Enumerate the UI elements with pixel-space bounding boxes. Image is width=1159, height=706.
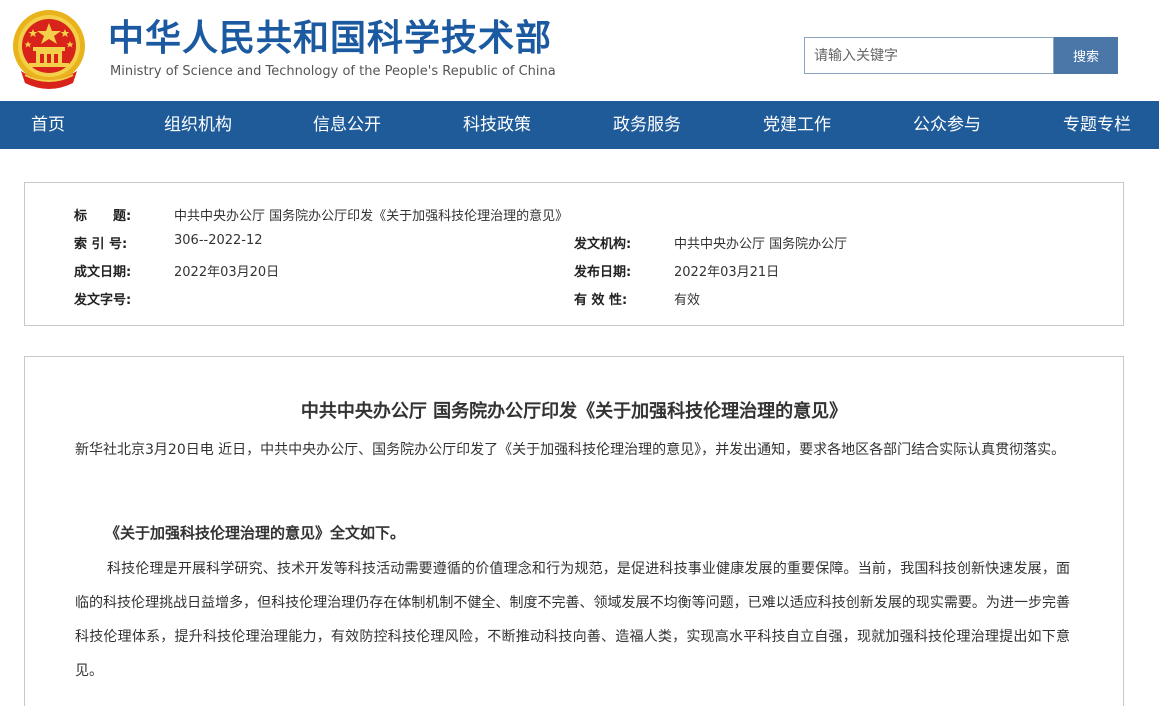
- index-value: 306--2022-12: [174, 233, 263, 248]
- issuer-label: 发文机构:: [574, 237, 632, 252]
- doc-number-label: 发文字号:: [74, 293, 132, 308]
- nav-item-organization[interactable]: 组织机构: [164, 101, 232, 149]
- nav-item-info-disclosure[interactable]: 信息公开: [313, 101, 381, 149]
- article-subhead: 《关于加强科技伦理治理的意见》全文如下。: [105, 524, 406, 542]
- site-subtitle: Ministry of Science and Technology of th…: [110, 64, 556, 79]
- article-body: 科技伦理是开展科学研究、技术开发等科技活动需要遵循的价值理念和行为规范，是促进科…: [75, 561, 1070, 679]
- validity-label: 有 效 性:: [574, 293, 628, 308]
- nav-item-participation[interactable]: 公众参与: [913, 101, 981, 149]
- document-info-box: 标 题: 中共中央办公厅 国务院办公厅印发《关于加强科技伦理治理的意见》 索 引…: [24, 182, 1124, 326]
- nav-item-party[interactable]: 党建工作: [763, 101, 831, 149]
- index-label: 索 引 号:: [74, 237, 128, 252]
- nav-item-home[interactable]: 首页: [31, 101, 65, 149]
- created-date-value: 2022年03月20日: [174, 265, 280, 280]
- national-emblem-icon[interactable]: [11, 9, 87, 91]
- validity-value: 有效: [674, 293, 701, 308]
- main-nav: 首页 组织机构 信息公开 科技政策 政务服务 党建工作 公众参与 专题专栏: [0, 101, 1159, 149]
- nav-item-services[interactable]: 政务服务: [613, 101, 681, 149]
- search-input[interactable]: [804, 37, 1054, 74]
- site-title[interactable]: 中华人民共和国科学技术部: [108, 18, 552, 60]
- title-value: 中共中央办公厅 国务院办公厅印发《关于加强科技伦理治理的意见》: [174, 209, 569, 224]
- published-date-value: 2022年03月21日: [674, 265, 780, 280]
- nav-item-policy[interactable]: 科技政策: [463, 101, 531, 149]
- site-header: 中华人民共和国科学技术部 Ministry of Science and Tec…: [0, 0, 1159, 101]
- published-date-label: 发布日期:: [574, 265, 632, 280]
- article-box: 中共中央办公厅 国务院办公厅印发《关于加强科技伦理治理的意见》 新华社北京3月2…: [24, 356, 1124, 706]
- article-lead: 新华社北京3月20日电 近日，中共中央办公厅、国务院办公厅印发了《关于加强科技伦…: [75, 442, 1066, 458]
- search-button[interactable]: 搜索: [1054, 37, 1118, 74]
- article-title: 中共中央办公厅 国务院办公厅印发《关于加强科技伦理治理的意见》: [300, 401, 848, 422]
- title-label: 标 题:: [74, 209, 132, 224]
- issuer-value: 中共中央办公厅 国务院办公厅: [674, 237, 848, 252]
- created-date-label: 成文日期:: [74, 265, 132, 280]
- nav-item-special[interactable]: 专题专栏: [1063, 101, 1131, 149]
